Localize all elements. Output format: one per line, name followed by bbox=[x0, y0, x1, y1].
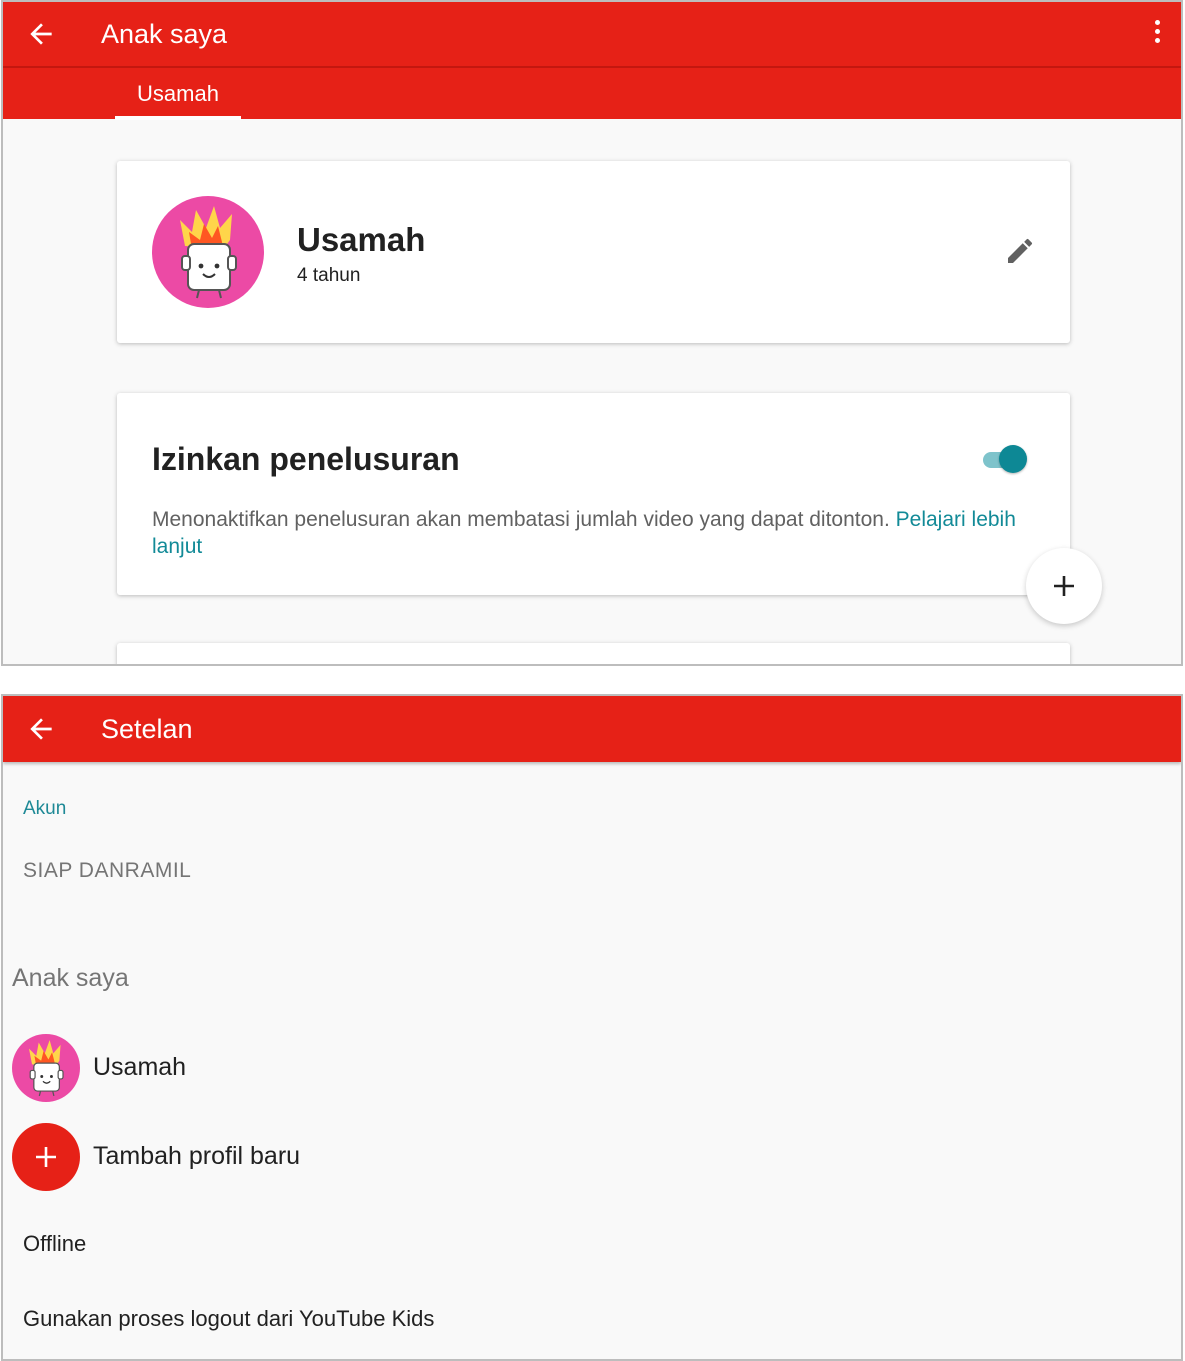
profile-name: Usamah bbox=[297, 221, 426, 258]
app-bar: Anak saya Usamah bbox=[3, 2, 1181, 120]
add-profile-button[interactable] bbox=[12, 1123, 80, 1191]
tab-label: Usamah bbox=[137, 81, 219, 106]
character-avatar-image bbox=[152, 196, 264, 308]
avatar bbox=[12, 1034, 80, 1102]
search-settings-card: Izinkan penelusuran Menonaktifkan penelu… bbox=[117, 393, 1070, 595]
page-title: Anak saya bbox=[101, 19, 228, 49]
back-arrow-icon[interactable] bbox=[25, 18, 57, 50]
app-bar: Setelan bbox=[3, 696, 1181, 762]
character-avatar-image bbox=[12, 1034, 80, 1102]
account-section-label: Akun bbox=[23, 798, 67, 819]
offline-setting[interactable]: Offline bbox=[23, 1231, 86, 1257]
toggle-thumb bbox=[999, 445, 1027, 473]
settings-screen: Setelan Akun SIAP DANRAMIL Anak saya Usa… bbox=[1, 694, 1183, 1361]
plus-icon bbox=[36, 1147, 56, 1167]
avatar bbox=[152, 196, 264, 308]
child-name: Usamah bbox=[93, 1053, 187, 1081]
search-toggle[interactable] bbox=[981, 443, 1029, 475]
tab-indicator bbox=[115, 116, 241, 120]
add-profile-item[interactable]: Tambah profil baru bbox=[12, 1123, 612, 1191]
page-title: Setelan bbox=[101, 714, 193, 744]
logout-setting[interactable]: Gunakan proses logout dari YouTube Kids bbox=[23, 1306, 434, 1332]
back-arrow-icon[interactable] bbox=[25, 713, 57, 745]
next-card bbox=[117, 643, 1070, 664]
search-card-title: Izinkan penelusuran bbox=[152, 441, 460, 477]
add-profile-label: Tambah profil baru bbox=[93, 1142, 301, 1170]
search-description: Menonaktifkan penelusuran akan membatasi… bbox=[152, 506, 1032, 560]
child-profile-item[interactable]: Usamah bbox=[12, 1034, 612, 1102]
edit-pencil-icon[interactable] bbox=[1004, 235, 1036, 267]
children-section-label: Anak saya bbox=[12, 964, 129, 992]
profile-card: Usamah 4 tahun bbox=[117, 161, 1070, 343]
child-profile-screen: Anak saya Usamah Usamah 4 tahun Izinkan … bbox=[1, 0, 1183, 666]
account-name: SIAP DANRAMIL bbox=[23, 859, 192, 882]
add-button[interactable] bbox=[1026, 548, 1102, 624]
profile-age: 4 tahun bbox=[297, 265, 361, 286]
plus-icon bbox=[1054, 576, 1074, 596]
more-vert-icon[interactable] bbox=[1151, 20, 1163, 50]
search-description-text: Menonaktifkan penelusuran akan membatasi… bbox=[152, 508, 890, 531]
tab-usamah[interactable]: Usamah bbox=[115, 68, 241, 120]
